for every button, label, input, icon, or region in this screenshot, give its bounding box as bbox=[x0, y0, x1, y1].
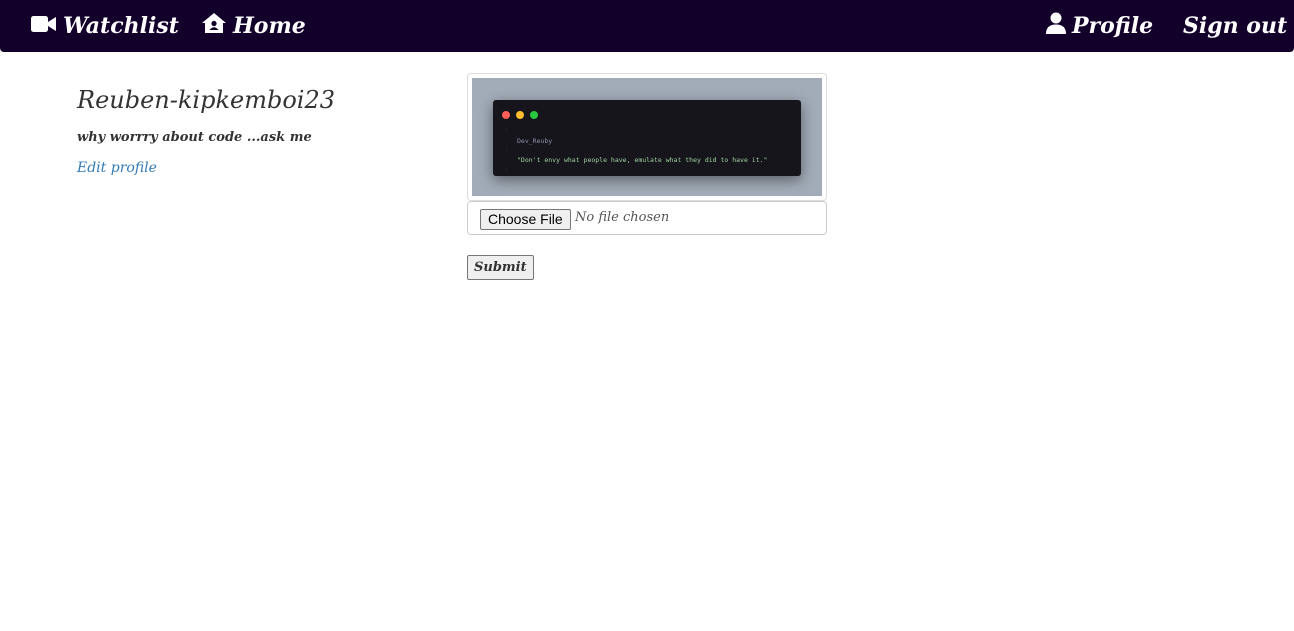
nav-home-link[interactable]: Home bbox=[201, 0, 306, 52]
no-file-chosen-text: No file chosen bbox=[575, 210, 670, 225]
nav-profile-link[interactable]: Profile bbox=[1046, 0, 1153, 52]
code-quote-text: "Don't envy what people have, emulate wh… bbox=[517, 156, 768, 164]
submit-button[interactable]: Submit bbox=[467, 255, 534, 280]
nav-watchlist-label: Watchlist bbox=[63, 13, 179, 39]
choose-file-button[interactable]: Choose File bbox=[480, 209, 571, 230]
edit-profile-link[interactable]: Edit profile bbox=[77, 160, 157, 176]
file-upload-field[interactable]: Choose File No file chosen bbox=[467, 201, 827, 235]
code-gutter-mark: : bbox=[505, 146, 509, 153]
window-minimize-dot bbox=[516, 111, 524, 119]
code-gutter-mark: : bbox=[505, 166, 509, 173]
user-icon bbox=[1046, 12, 1066, 40]
profile-picture: : : : Dev_Reuby "Don't envy what people … bbox=[472, 78, 822, 196]
nav-home-label: Home bbox=[233, 13, 306, 39]
code-title-text: Dev_Reuby bbox=[517, 137, 553, 145]
house-icon bbox=[201, 12, 227, 40]
profile-bio: why worrry about code ...ask me bbox=[77, 130, 312, 145]
nav-signout-link[interactable]: Sign out bbox=[1183, 0, 1287, 52]
top-navbar: Watchlist Home Profile Sign out bbox=[0, 0, 1294, 52]
nav-watchlist-link[interactable]: Watchlist bbox=[31, 0, 179, 52]
code-window-screenshot: : : : Dev_Reuby "Don't envy what people … bbox=[493, 100, 801, 176]
nav-profile-label: Profile bbox=[1072, 13, 1154, 39]
video-camera-icon bbox=[31, 13, 57, 39]
window-close-dot bbox=[502, 111, 510, 119]
window-maximize-dot bbox=[530, 111, 538, 119]
profile-username: Reuben-kipkemboi23 bbox=[77, 86, 335, 114]
nav-signout-label: Sign out bbox=[1183, 13, 1288, 39]
profile-picture-thumbnail: : : : Dev_Reuby "Don't envy what people … bbox=[467, 73, 827, 201]
code-gutter-mark: : bbox=[505, 127, 509, 134]
